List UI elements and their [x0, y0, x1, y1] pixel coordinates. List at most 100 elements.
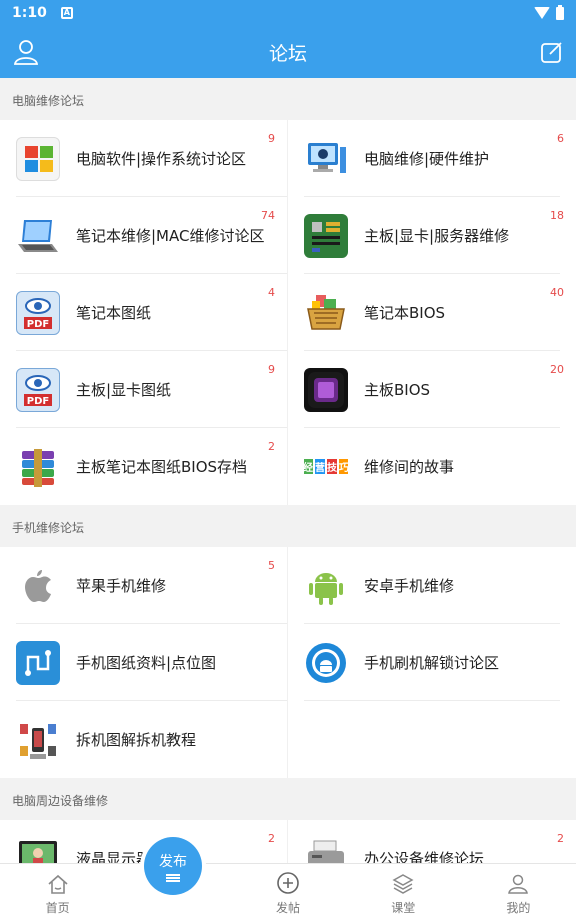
- tips-char: 经: [304, 459, 313, 474]
- forum-label: 维修间的故事: [364, 458, 455, 476]
- forum-label: 笔记本维修|MAC维修讨论区: [76, 227, 265, 245]
- section-grid-peripheral-repair: 液晶显示器维修 2 办公设备维修论坛 2: [0, 820, 576, 863]
- tips-icon: 经 营 技 巧: [304, 445, 348, 489]
- forum-label: 手机刷机解锁讨论区: [364, 654, 500, 672]
- archive-icon: [16, 444, 60, 489]
- forum-item[interactable]: 笔记本维修|MAC维修讨论区 74: [0, 197, 288, 274]
- forum-item[interactable]: 安卓手机维修: [288, 547, 576, 624]
- count-badge: 9: [268, 363, 275, 376]
- forum-item[interactable]: PDF 笔记本图纸 4: [0, 274, 288, 351]
- count-badge: 9: [268, 132, 275, 145]
- forum-label: 主板BIOS: [364, 381, 431, 399]
- forum-item[interactable]: 主板|显卡|服务器维修 18: [288, 197, 576, 274]
- computer-repair-icon: [304, 136, 348, 181]
- tab-class-label: 课堂: [391, 901, 416, 915]
- count-badge: 2: [268, 832, 275, 845]
- count-badge: 74: [261, 209, 275, 222]
- teardown-icon: [16, 717, 60, 762]
- profile-icon: [508, 874, 529, 894]
- schematic-icon: [16, 640, 60, 685]
- forum-label: 手机图纸资料|点位图: [76, 654, 217, 672]
- count-badge: 2: [268, 440, 275, 453]
- status-time: 1:10: [12, 5, 47, 21]
- forum-item[interactable]: 手机刷机解锁讨论区: [288, 624, 576, 701]
- tips-char: 营: [315, 459, 325, 474]
- forum-label: 主板|显卡图纸: [76, 381, 172, 399]
- laptop-icon: [16, 213, 60, 258]
- android-icon: [304, 563, 348, 608]
- tab-home[interactable]: 首页: [0, 864, 115, 920]
- forum-item[interactable]: 液晶显示器维修 2: [0, 820, 288, 863]
- forum-item[interactable]: 办公设备维修论坛 2: [288, 820, 576, 863]
- user-icon[interactable]: [14, 39, 38, 65]
- forum-item[interactable]: 笔记本BIOS 40: [288, 274, 576, 351]
- section-header-pc-repair: 电脑维修论坛: [0, 78, 576, 120]
- forum-label: 苹果手机维修: [76, 577, 167, 595]
- edit-icon[interactable]: [540, 40, 564, 64]
- status-bar: 1:10 A: [0, 0, 576, 26]
- forum-item[interactable]: PDF 主板|显卡图纸 9: [0, 351, 288, 428]
- publish-button[interactable]: 发布: [144, 837, 202, 895]
- section-grid-phone-repair: 苹果手机维修 5 安卓手机维修 手机图纸资料|点位图 手机刷机解锁讨论区 拆机图…: [0, 547, 576, 778]
- forum-item[interactable]: 主板笔记本图纸BIOS存档 2: [0, 428, 288, 505]
- empty-cell: [288, 701, 576, 778]
- notification-icon: A: [60, 7, 73, 19]
- windows-icon: [16, 136, 60, 181]
- forum-list: 电脑维修论坛 电脑软件|操作系统讨论区 9 电脑维修|硬件维护 6 笔记本维修|…: [0, 78, 576, 863]
- forum-item[interactable]: 电脑维修|硬件维护 6: [288, 120, 576, 197]
- section-header-peripheral-repair: 电脑周边设备维修: [0, 778, 576, 820]
- forum-label: 办公设备维修论坛: [364, 850, 485, 863]
- forum-item[interactable]: 拆机图解拆机教程: [0, 701, 288, 778]
- home-icon: [48, 874, 68, 894]
- bottom-nav: 首页 发帖 课堂 我的 发布: [0, 837, 576, 920]
- forum-item[interactable]: 经 营 技 巧 维修间的故事: [288, 428, 576, 505]
- forum-label: 安卓手机维修: [364, 577, 455, 595]
- pdf-icon: PDF: [16, 290, 60, 335]
- tab-mine[interactable]: 我的: [461, 864, 576, 920]
- count-badge: 4: [268, 286, 275, 299]
- tab-post[interactable]: 发帖: [230, 864, 345, 920]
- forum-label: 主板笔记本图纸BIOS存档: [76, 458, 248, 476]
- forum-label: 笔记本图纸: [76, 304, 152, 322]
- tab-post-label: 发帖: [276, 901, 301, 915]
- forum-item[interactable]: 电脑软件|操作系统讨论区 9: [0, 120, 288, 197]
- forum-item[interactable]: 苹果手机维修 5: [0, 547, 288, 624]
- tab-class[interactable]: 课堂: [346, 864, 461, 920]
- menu-icon: [166, 873, 180, 882]
- forum-label: 拆机图解拆机教程: [76, 731, 197, 749]
- layers-icon: [392, 874, 414, 894]
- plus-circle-icon: [277, 872, 299, 894]
- tab-mine-label: 我的: [506, 901, 531, 915]
- page-title: 论坛: [268, 42, 307, 65]
- basket-icon: [304, 290, 348, 335]
- printer-icon: [304, 836, 348, 863]
- pdf-icon: PDF: [16, 367, 60, 412]
- motherboard-icon: [304, 213, 348, 258]
- section-grid-pc-repair: 电脑软件|操作系统讨论区 9 电脑维修|硬件维护 6 笔记本维修|MAC维修讨论…: [0, 120, 576, 505]
- forum-label: 电脑软件|操作系统讨论区: [76, 150, 247, 168]
- count-badge: 18: [550, 209, 564, 222]
- count-badge: 20: [550, 363, 564, 376]
- forum-label: 主板|显卡|服务器维修: [364, 227, 510, 245]
- forum-label: 笔记本BIOS: [364, 304, 446, 322]
- publish-label: 发布: [159, 853, 187, 870]
- svg-text:PDF: PDF: [27, 396, 49, 407]
- count-badge: 2: [557, 832, 564, 845]
- flash-unlock-icon: [304, 640, 348, 685]
- chip-icon: [304, 367, 348, 412]
- tips-char: 技: [327, 459, 337, 474]
- apple-icon: [16, 563, 60, 608]
- battery-icon: [556, 4, 564, 20]
- wifi-icon: [534, 7, 550, 19]
- app-bar: 论坛: [0, 26, 576, 78]
- count-badge: 6: [557, 132, 564, 145]
- svg-text:PDF: PDF: [27, 319, 49, 330]
- tab-home-label: 首页: [45, 901, 70, 915]
- forum-item[interactable]: 手机图纸资料|点位图: [0, 624, 288, 701]
- forum-label: 电脑维修|硬件维护: [364, 150, 490, 168]
- forum-item[interactable]: 主板BIOS 20: [288, 351, 576, 428]
- section-header-phone-repair: 手机维修论坛: [0, 505, 576, 547]
- count-badge: 40: [550, 286, 564, 299]
- monitor-icon: [16, 836, 60, 863]
- tips-char: 巧: [339, 459, 348, 474]
